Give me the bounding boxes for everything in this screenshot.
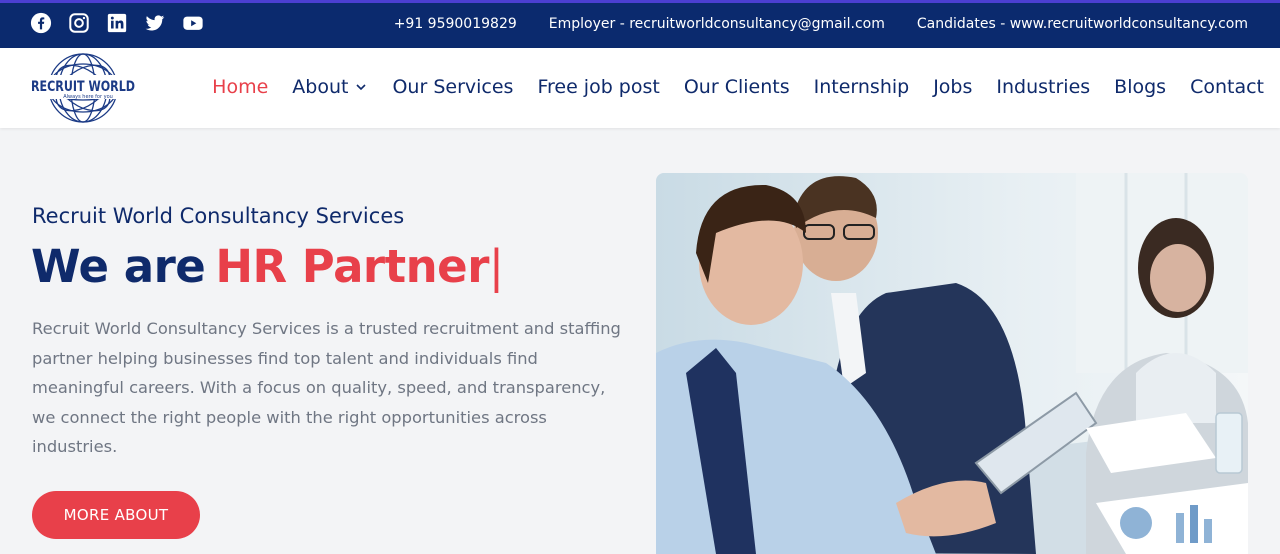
nav-item-home[interactable]: Home [212, 76, 268, 98]
headline-highlight: HR Partner [215, 240, 489, 293]
top-bar: +91 9590019829 Employer - recruitworldco… [0, 0, 1280, 48]
nav-item-our-services[interactable]: Our Services [392, 76, 513, 98]
main-navbar: RECRUIT WORLD Always here for you Home A… [0, 48, 1280, 128]
nav-item-contact[interactable]: Contact [1190, 76, 1264, 98]
phone-number[interactable]: +91 9590019829 [394, 16, 517, 32]
logo-name: RECRUIT WORLD [31, 79, 135, 95]
hero-description: Recruit World Consultancy Services is a … [32, 319, 621, 456]
nav-item-our-clients[interactable]: Our Clients [684, 76, 790, 98]
business-meeting-illustration [656, 173, 1248, 554]
candidates-website[interactable]: Candidates - www.recruitworldconsultancy… [917, 16, 1248, 32]
nav-item-free-job-post[interactable]: Free job post [537, 76, 659, 98]
chevron-down-icon [356, 84, 367, 91]
linkedin-icon[interactable] [106, 12, 128, 34]
social-links [30, 12, 204, 34]
headline-prefix: We are [31, 240, 206, 293]
youtube-icon[interactable] [182, 12, 204, 34]
logo-tagline: Always here for you [63, 94, 113, 100]
hero-headline: We are HR Partner| [31, 240, 504, 293]
recruit-world-logo[interactable]: RECRUIT WORLD Always here for you [28, 49, 138, 127]
hero-photo [656, 173, 1248, 554]
twitter-icon[interactable] [144, 12, 166, 34]
more-about-button[interactable]: MORE ABOUT [32, 491, 200, 539]
nav-item-about[interactable]: About [292, 76, 368, 98]
instagram-icon[interactable] [68, 12, 90, 34]
nav-item-internship[interactable]: Internship [814, 76, 910, 98]
nav-item-industries[interactable]: Industries [996, 76, 1090, 98]
nav-menu: Home About Our Services Free job post Ou… [212, 76, 1264, 98]
employer-email[interactable]: Employer - recruitworldconsultancy@gmail… [549, 16, 885, 32]
facebook-icon[interactable] [30, 12, 52, 34]
nav-item-jobs[interactable]: Jobs [933, 76, 972, 98]
hero-eyebrow: Recruit World Consultancy Services [32, 204, 405, 228]
typing-cursor: | [488, 240, 504, 293]
contact-info: +91 9590019829 Employer - recruitworldco… [394, 16, 1248, 32]
nav-item-blogs[interactable]: Blogs [1114, 76, 1166, 98]
